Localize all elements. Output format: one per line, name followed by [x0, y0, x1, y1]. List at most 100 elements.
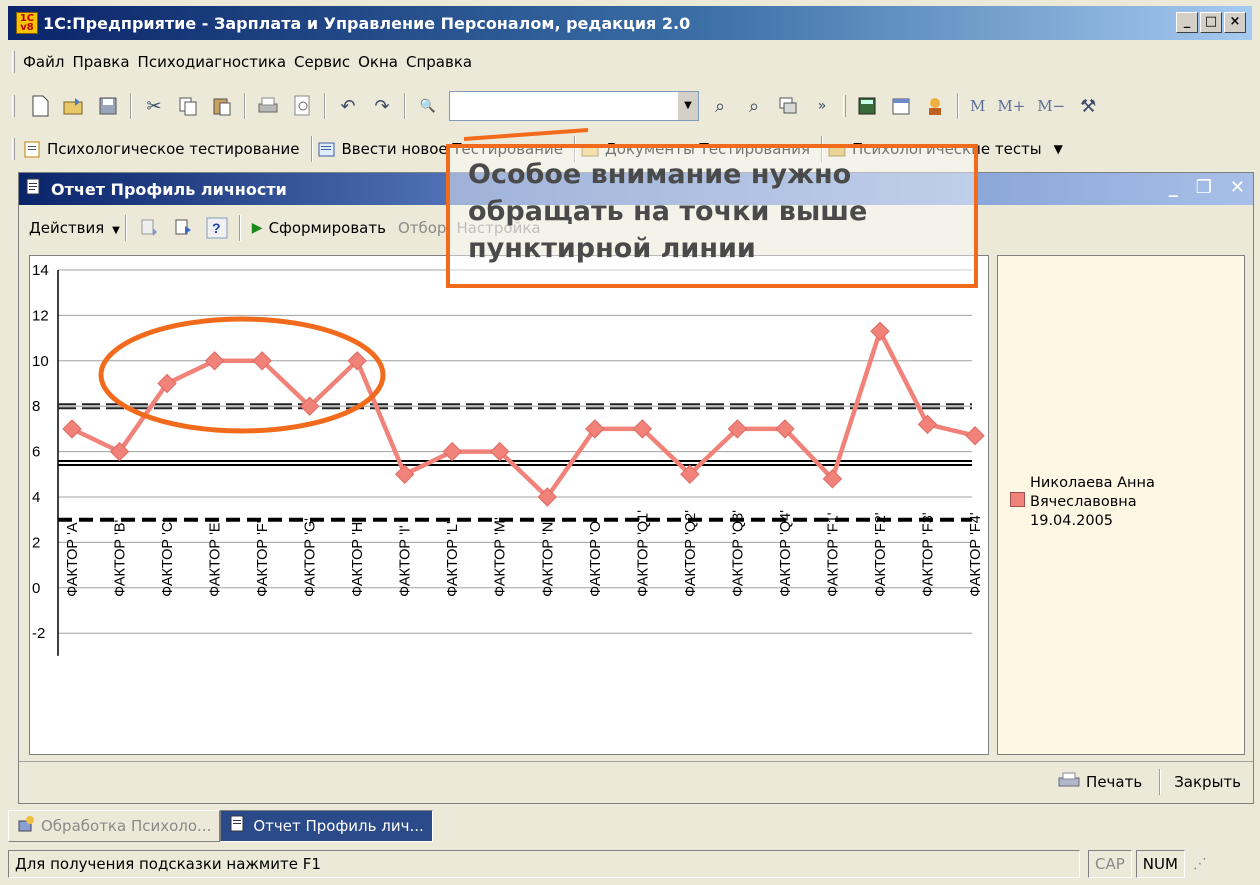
data-point: [204, 351, 225, 371]
y-tick-label: 12: [32, 307, 49, 324]
legend-line-3: 19.04.2005: [1030, 513, 1114, 529]
standard-toolbar: ✂ ↶ ↷ 🔍 ▼ ⌕ ⌕ » M M+ M− ⚒: [8, 84, 1252, 128]
y-tick-label: 4: [32, 489, 40, 506]
tools-icon[interactable]: ⚒: [1076, 94, 1100, 118]
toolbar-separator: [957, 93, 959, 119]
toolbar-grip[interactable]: [12, 138, 15, 160]
category-label: ФАКТОР 'M': [493, 517, 509, 597]
category-label: ФАКТОР 'F3': [921, 512, 937, 597]
processing-icon: [17, 815, 35, 837]
category-label: ФАКТОР 'O': [588, 518, 604, 597]
toolbar-separator: [324, 93, 326, 119]
find-icon[interactable]: 🔍: [416, 94, 440, 118]
printer-icon: [1058, 771, 1080, 793]
load-settings-icon[interactable]: [137, 216, 161, 240]
y-tick-label: 10: [32, 353, 49, 370]
category-label: ФАКТОР 'Q4': [778, 510, 794, 597]
report-icon: [25, 178, 43, 200]
toolbar-grip[interactable]: [12, 95, 15, 117]
toolbar-separator: [124, 215, 127, 241]
task-report[interactable]: Отчет Профиль лич...: [220, 810, 433, 842]
preview-icon[interactable]: [290, 94, 314, 118]
category-label: ФАКТОР 'H': [350, 519, 366, 597]
user-icon[interactable]: [923, 94, 947, 118]
filter-button[interactable]: Отбор: [398, 219, 447, 237]
menu-file[interactable]: Файл: [23, 53, 64, 71]
menu-psychodiagnostics[interactable]: Психодиагностика: [138, 53, 287, 71]
new-doc-icon: [318, 140, 336, 158]
chevron-down-icon[interactable]: ▼: [678, 92, 698, 120]
print-button[interactable]: Печать: [1058, 771, 1142, 793]
callout-line-2: обращать на точки выше: [468, 196, 868, 227]
help-icon[interactable]: ?: [205, 216, 229, 240]
toolbar-separator: [1159, 768, 1162, 795]
window-titlebar[interactable]: 1С v8 1С:Предприятие - Зарплата и Управле…: [8, 6, 1252, 40]
close-report-button[interactable]: Закрыть: [1174, 773, 1241, 791]
memory-m-minus-button[interactable]: M−: [1037, 97, 1065, 115]
callout-line-3: пунктирной линии: [468, 233, 756, 264]
main-window: 1С v8 1С:Предприятие - Зарплата и Управле…: [0, 0, 1260, 885]
new-document-icon[interactable]: [28, 94, 52, 118]
report-restore-button[interactable]: ❐: [1196, 177, 1212, 198]
windows-icon[interactable]: [776, 94, 800, 118]
maximize-button[interactable]: □: [1200, 12, 1222, 33]
paste-icon[interactable]: [210, 94, 234, 118]
find-prev-icon[interactable]: ⌕: [742, 94, 766, 118]
memory-m-button[interactable]: M: [970, 97, 985, 115]
redo-icon[interactable]: ↷: [370, 94, 394, 118]
y-tick-label: 8: [32, 398, 40, 415]
report-minimize-button[interactable]: _: [1169, 177, 1178, 198]
close-button[interactable]: ×: [1224, 12, 1246, 33]
report-close-button[interactable]: ✕: [1230, 177, 1245, 198]
data-point: [870, 321, 890, 341]
cut-icon[interactable]: ✂: [142, 94, 166, 118]
data-point: [394, 464, 415, 485]
more-chevron-icon[interactable]: »: [810, 94, 834, 118]
menu-bar: Файл Правка Психодиагностика Сервис Окна…: [8, 44, 1252, 80]
resize-grip-icon[interactable]: ⋰: [1193, 856, 1207, 872]
actions-menu[interactable]: Действия ▼: [29, 219, 120, 237]
y-tick-label: 0: [32, 580, 40, 597]
find-next-icon[interactable]: ⌕: [708, 94, 732, 118]
open-icon[interactable]: [62, 94, 86, 118]
toolbar-grip[interactable]: [843, 95, 846, 117]
category-label: ФАКТОР 'B': [113, 519, 129, 596]
status-cap: CAP: [1088, 850, 1132, 878]
print-icon[interactable]: [256, 94, 280, 118]
menu-windows[interactable]: Окна: [358, 53, 398, 71]
memory-m-plus-button[interactable]: M+: [997, 97, 1025, 115]
search-combo[interactable]: ▼: [449, 91, 699, 121]
generate-button[interactable]: ▶ Сформировать: [252, 219, 386, 237]
toolbar-grip[interactable]: [12, 51, 15, 73]
status-hint: Для получения подсказки нажмите F1: [8, 850, 1080, 878]
category-label: ФАКТОР 'F': [255, 520, 271, 597]
category-label: ФАКТОР 'G': [303, 518, 319, 597]
task-processing[interactable]: Обработка Психоло...: [8, 810, 221, 842]
calendar-icon[interactable]: [889, 94, 913, 118]
annotation-callout: Особое внимание нужно обращать на точки …: [446, 144, 978, 288]
menu-help[interactable]: Справка: [406, 53, 472, 71]
category-label: ФАКТОР 'A': [65, 519, 81, 596]
menu-edit[interactable]: Правка: [72, 53, 129, 71]
psych-testing-button[interactable]: Психологическое тестирование: [23, 140, 300, 158]
menu-service[interactable]: Сервис: [294, 53, 350, 71]
play-icon: ▶: [251, 220, 263, 236]
callout-line-1: Особое внимание нужно: [468, 159, 852, 190]
toolbar-separator: [404, 93, 406, 119]
save-icon[interactable]: [96, 94, 120, 118]
toolbar-overflow-icon[interactable]: ▼: [1054, 142, 1063, 156]
save-settings-icon[interactable]: [171, 216, 195, 240]
legend-line-1: Николаева Анна: [1030, 475, 1155, 491]
calculator-icon[interactable]: [855, 94, 879, 118]
minimize-button[interactable]: _: [1176, 12, 1198, 33]
undo-icon[interactable]: ↶: [336, 94, 360, 118]
copy-icon[interactable]: [176, 94, 200, 118]
callout-text: Особое внимание нужно обращать на точки …: [468, 156, 867, 267]
chart-area: -2 0 2 4 6 8 10 12 14 ФАКТОР 'A' ФАКТОР 'B' ФАКТОР …: [29, 255, 989, 755]
legend-swatch: [1010, 492, 1025, 507]
toolbar-separator: [238, 215, 241, 241]
report-title: Отчет Профиль личности: [51, 179, 287, 199]
series-line: [71, 329, 976, 500]
data-point: [62, 419, 82, 439]
category-label: ФАКТОР 'Q2': [683, 510, 699, 597]
